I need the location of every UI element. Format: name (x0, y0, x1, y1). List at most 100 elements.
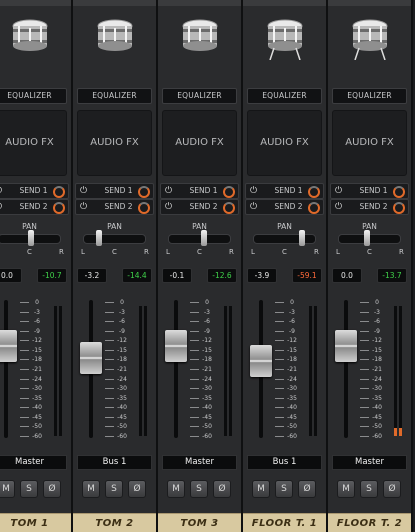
phase-invert-button[interactable]: Ø (128, 480, 146, 498)
db-scale-label: -21 (117, 366, 127, 373)
phase-invert-button[interactable]: Ø (43, 480, 61, 498)
output-routing-select[interactable]: Bus 1 (77, 455, 152, 470)
power-icon[interactable]: ⏻ (80, 185, 87, 197)
db-scale-label: -3 (289, 308, 295, 316)
db-scale-label: -24 (32, 375, 42, 383)
send-label: SEND 2 (19, 202, 48, 211)
db-scale-label: -60 (32, 433, 42, 440)
db-scale-label: -6 (204, 318, 210, 326)
send-2-control[interactable]: ⏻ SEND 2 (160, 199, 239, 215)
volume-readout: 0.0 (0, 268, 22, 283)
audio-fx-slot[interactable]: AUDIO FX (162, 110, 237, 176)
pan-slider-handle[interactable] (27, 230, 34, 246)
output-routing-select[interactable]: Bus 1 (247, 455, 322, 470)
output-routing-select[interactable]: Master (162, 455, 237, 470)
send-level-knob[interactable] (53, 186, 65, 198)
send-2-control[interactable]: ⏻ SEND 2 (0, 199, 69, 215)
db-scale-label: -50 (202, 423, 212, 431)
send-level-knob[interactable] (138, 202, 150, 214)
mute-button[interactable]: M (0, 480, 15, 498)
solo-button[interactable]: S (275, 480, 293, 498)
pan-slider-handle[interactable] (96, 230, 103, 246)
solo-button[interactable]: S (20, 480, 38, 498)
audio-fx-slot[interactable]: AUDIO FX (77, 110, 152, 176)
channel-name[interactable]: FLOOR T. 1 (243, 513, 326, 532)
db-scale-label: 0 (120, 299, 124, 306)
output-routing-select[interactable]: Master (332, 455, 407, 470)
db-scale-label: -60 (202, 433, 212, 440)
channel-name[interactable]: TOM 3 (158, 513, 241, 532)
pan-slider-track[interactable] (253, 234, 316, 244)
send-2-control[interactable]: ⏻ SEND 2 (75, 199, 154, 215)
send-1-control[interactable]: ⏻ SEND 1 (0, 183, 69, 199)
send-1-control[interactable]: ⏻ SEND 1 (75, 183, 154, 199)
db-scale-label: -15 (32, 346, 42, 354)
level-meter (144, 306, 147, 436)
phase-invert-button[interactable]: Ø (383, 480, 401, 498)
power-icon[interactable]: ⏻ (0, 185, 2, 197)
equalizer-button[interactable]: EQUALIZER (0, 88, 67, 104)
power-icon[interactable]: ⏻ (335, 185, 342, 197)
channel-name[interactable]: FLOOR T. 2 (328, 513, 411, 532)
pan-slider-track[interactable] (168, 234, 231, 244)
audio-fx-slot[interactable]: AUDIO FX (247, 110, 322, 176)
solo-button[interactable]: S (105, 480, 123, 498)
equalizer-button[interactable]: EQUALIZER (332, 88, 407, 104)
send-level-knob[interactable] (308, 186, 320, 198)
output-routing-select[interactable]: Master (0, 455, 67, 470)
pan-c-label: C (197, 248, 202, 256)
pan-slider-handle[interactable] (364, 230, 371, 246)
pan-slider-handle[interactable] (298, 230, 305, 246)
send-label: SEND 1 (359, 186, 388, 195)
power-icon[interactable]: ⏻ (165, 201, 172, 213)
power-icon[interactable]: ⏻ (250, 185, 257, 197)
send-level-knob[interactable] (223, 186, 235, 198)
volume-fader-handle[interactable] (165, 329, 187, 362)
solo-button[interactable]: S (190, 480, 208, 498)
solo-button[interactable]: S (360, 480, 378, 498)
equalizer-button[interactable]: EQUALIZER (77, 88, 152, 104)
db-scale-label: -60 (287, 433, 297, 440)
power-icon[interactable]: ⏻ (250, 201, 257, 213)
power-icon[interactable]: ⏻ (165, 185, 172, 197)
send-1-control[interactable]: ⏻ SEND 1 (330, 183, 409, 199)
mute-button[interactable]: M (252, 480, 270, 498)
mute-button[interactable]: M (337, 480, 355, 498)
send-level-knob[interactable] (393, 202, 405, 214)
phase-invert-button[interactable]: Ø (213, 480, 231, 498)
pan-slider-track[interactable] (83, 234, 146, 244)
power-icon[interactable]: ⏻ (80, 201, 87, 213)
power-icon[interactable]: ⏻ (335, 201, 342, 213)
audio-fx-slot[interactable]: AUDIO FX (332, 110, 407, 176)
phase-invert-button[interactable]: Ø (298, 480, 316, 498)
send-level-knob[interactable] (308, 202, 320, 214)
volume-fader-handle[interactable] (80, 342, 102, 375)
volume-fader-handle[interactable] (0, 329, 17, 362)
send-level-knob[interactable] (393, 186, 405, 198)
mute-button[interactable]: M (167, 480, 185, 498)
audio-fx-slot[interactable]: AUDIO FX (0, 110, 67, 176)
power-icon[interactable]: ⏻ (0, 201, 2, 213)
db-scale-label: -6 (119, 318, 125, 326)
send-1-control[interactable]: ⏻ SEND 1 (160, 183, 239, 199)
send-level-knob[interactable] (223, 202, 235, 214)
send-label: SEND 2 (274, 202, 303, 211)
channel-name[interactable]: TOM 2 (73, 513, 156, 532)
send-2-control[interactable]: ⏻ SEND 2 (330, 199, 409, 215)
mute-button[interactable]: M (82, 480, 100, 498)
send-level-knob[interactable] (53, 202, 65, 214)
equalizer-button[interactable]: EQUALIZER (162, 88, 237, 104)
send-1-control[interactable]: ⏻ SEND 1 (245, 183, 324, 199)
volume-fader-handle[interactable] (250, 344, 272, 377)
db-scale-label: -35 (117, 394, 127, 402)
volume-fader-handle[interactable] (335, 329, 357, 362)
db-scale-label: -45 (202, 413, 212, 421)
send-2-control[interactable]: ⏻ SEND 2 (245, 199, 324, 215)
send-level-knob[interactable] (138, 186, 150, 198)
equalizer-button[interactable]: EQUALIZER (247, 88, 322, 104)
pan-slider-handle[interactable] (200, 230, 207, 246)
mixer-console: EQUALIZER AUDIO FX ⏻ SEND 1 ⏻ SEND 2 PAN L C R 0.0… (0, 0, 415, 532)
channel-name[interactable]: TOM 1 (0, 513, 71, 532)
fader-track (174, 300, 178, 438)
db-scale-label: -40 (287, 404, 297, 412)
